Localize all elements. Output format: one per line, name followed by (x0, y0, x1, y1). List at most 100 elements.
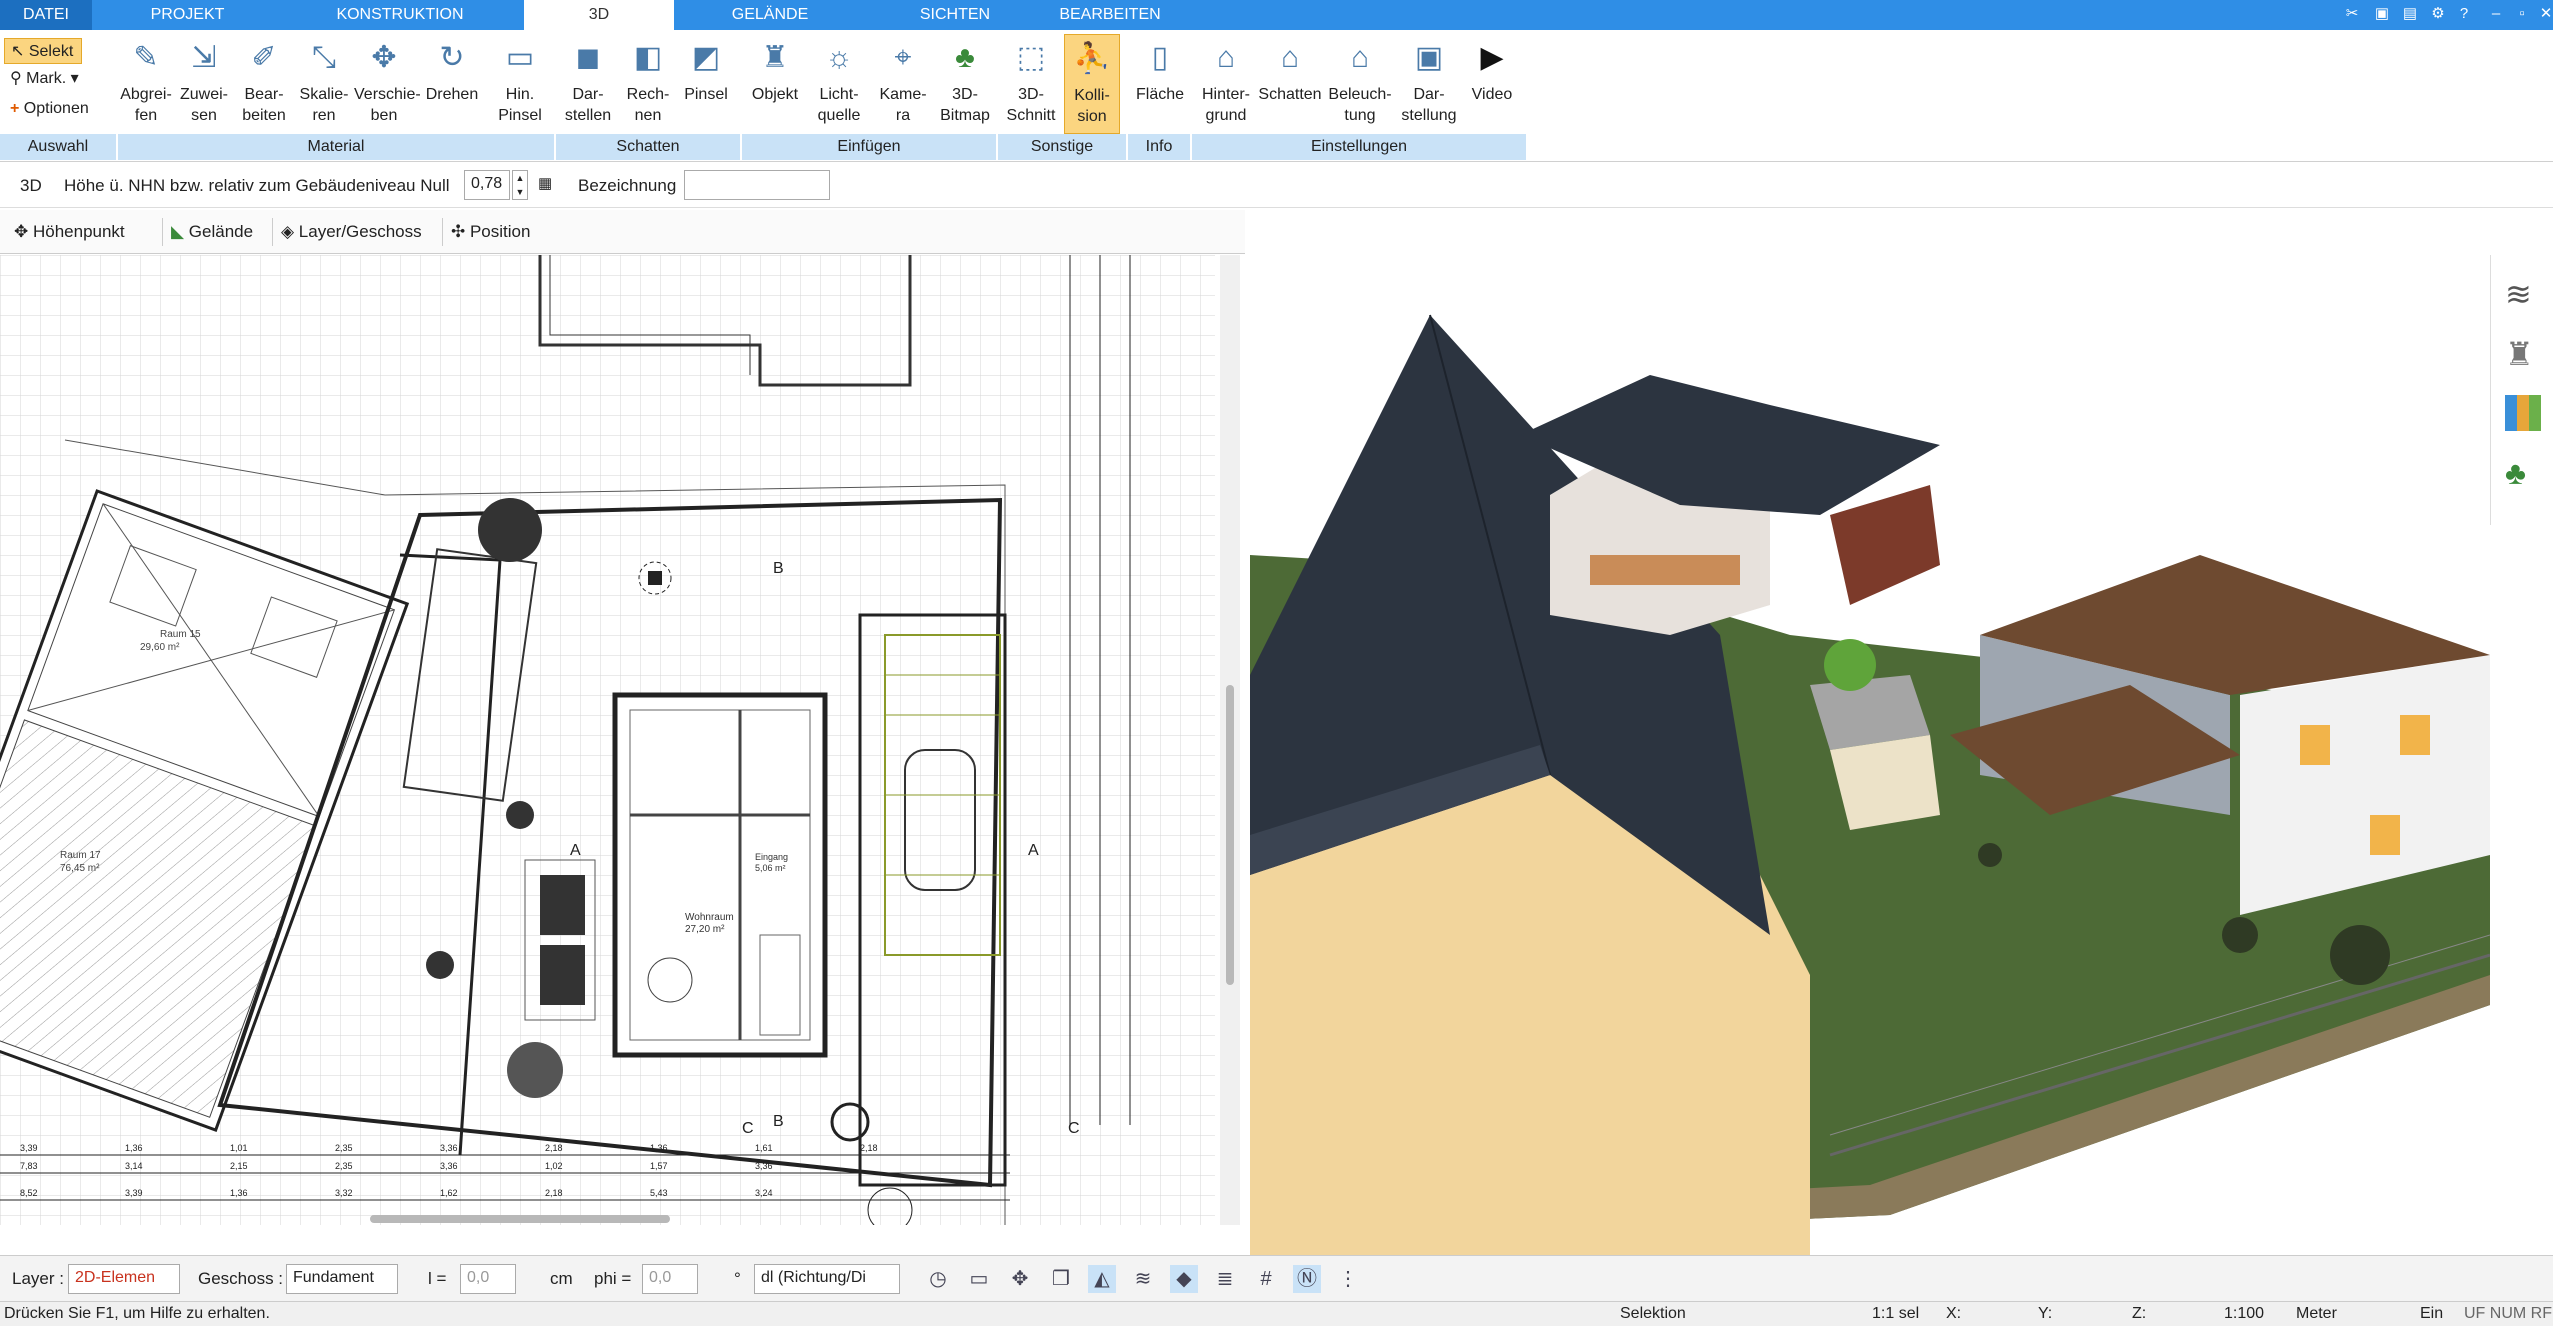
einfuegen-button-3[interactable]: ♣ 3D- Bitmap (936, 34, 994, 134)
button-label: Pinsel (684, 86, 728, 103)
copy-icon[interactable]: ▤ (2398, 2, 2422, 26)
position-button[interactable]: ✣ Position (442, 218, 530, 246)
share-icon[interactable]: ⚙ (2426, 2, 2450, 26)
material-button-6[interactable]: ▭ Hin. Pinsel (490, 34, 550, 134)
vertical-scrollbar-track[interactable] (1220, 255, 1240, 1225)
north-icon[interactable]: Ⓝ (1293, 1265, 1321, 1293)
chair-icon[interactable]: ♜ (2505, 335, 2534, 373)
height-label: Höhe ü. NHN bzw. relativ zum Gebäudenive… (64, 176, 450, 195)
tab-3d[interactable]: 3D (524, 0, 674, 30)
info-button-0[interactable]: ▯ Fläche (1132, 34, 1188, 134)
background-icon: ⌂ (1216, 41, 1236, 74)
tab-projekt[interactable]: PROJEKT (120, 0, 255, 30)
dimension-label: 2,18 (860, 1143, 878, 1153)
l-input[interactable]: 0,0 (460, 1264, 516, 1294)
monitor-icon[interactable]: ▭ (965, 1265, 993, 1293)
einstellungen-button-3[interactable]: ▣ Dar-stellung (1398, 34, 1460, 134)
minimize-icon[interactable]: – (2484, 2, 2508, 26)
button-label: Dar- (572, 86, 604, 103)
material-button-5[interactable]: ↻ Drehen (424, 34, 480, 134)
section-mark: B (773, 560, 784, 577)
materials-icon[interactable] (2505, 395, 2541, 431)
tab-sichten[interactable]: SICHTEN (890, 0, 1020, 30)
close-icon[interactable]: ✕ (2534, 2, 2553, 26)
einfuegen-button-0[interactable]: ♜ Objekt (746, 34, 804, 134)
einfuegen-button-1[interactable]: ☼ Licht-quelle (808, 34, 870, 134)
maximize-icon[interactable]: ▫ (2510, 2, 2534, 26)
dimension-label: 3,14 (125, 1161, 143, 1171)
einstellungen-button-1[interactable]: ⌂ Schatten (1258, 34, 1322, 134)
tab-bearbeiten[interactable]: BEARBEITEN (1050, 0, 1170, 30)
group-einfuegen: Einfügen (742, 134, 996, 160)
button-label: 3D- (952, 86, 978, 103)
height-stepper[interactable]: ▲ ▼ (512, 170, 528, 200)
einstellungen-button-0[interactable]: ⌂ Hinter-grund (1196, 34, 1256, 134)
group-auswahl: Auswahl (0, 134, 116, 160)
einstellungen-button-2[interactable]: ⌂ Beleuch-tung (1326, 34, 1394, 134)
geschoss-select[interactable]: Fundament (286, 1264, 398, 1294)
hoehenpunkt-button[interactable]: ✥ Höhenpunkt (14, 218, 125, 246)
grid-icon[interactable]: # (1252, 1265, 1280, 1293)
einfuegen-button-2[interactable]: ⌖ Kame-ra (874, 34, 932, 134)
material-button-4[interactable]: ✥ Verschie-ben (354, 34, 421, 134)
dimension-label: 3,32 (335, 1188, 353, 1198)
schatten-button-0[interactable]: ◼ Dar-stellen (560, 34, 616, 134)
button-label: beiten (242, 107, 286, 124)
bottom-toolbar: Layer : 2D-Elemen Geschoss : Fundament l… (0, 1255, 2553, 1301)
layer-select[interactable]: 2D-Elemen (68, 1264, 180, 1294)
layers-stack-icon[interactable]: ≋ (2505, 275, 2532, 313)
options-tool[interactable]: + Optionen (4, 96, 89, 122)
dimension-label: 1,62 (440, 1188, 458, 1198)
button-label: Bitmap (940, 107, 990, 124)
section-mark: C (1068, 1120, 1080, 1137)
clock-icon[interactable]: ◷ (924, 1265, 952, 1293)
mark-tool[interactable]: ⚲ Mark. ▾ (4, 66, 79, 92)
direction-select[interactable]: dl (Richtung/Di (754, 1264, 900, 1294)
layers-icon: ◈ (281, 222, 299, 241)
layer-plane-icon[interactable]: ◆ (1170, 1265, 1198, 1293)
terrain-icon: ◣ (171, 222, 189, 241)
tab-datei[interactable]: DATEI (0, 0, 92, 30)
tab-konstruktion[interactable]: KONSTRUKTION (320, 0, 480, 30)
floor-plan-2d-view[interactable]: Raum 15 29,60 m² Raum 17 76,45 m² Wohnra… (0, 255, 1215, 1225)
help-icon[interactable]: ? (2452, 2, 2476, 26)
phi-input[interactable]: 0,0 (642, 1264, 698, 1294)
svg-text:Wohnraum: Wohnraum (685, 912, 734, 923)
button-label: 3D- (1018, 86, 1044, 103)
video-icon: ▶ (1480, 41, 1504, 74)
plus-icon: + (10, 100, 24, 117)
tab-gelaende[interactable]: GELÄNDE (700, 0, 840, 30)
select-tool[interactable]: ↖ Selekt (4, 38, 82, 64)
tools-icon[interactable]: ✂ (2340, 2, 2364, 26)
terrain-view-icon[interactable]: ◭ (1088, 1265, 1116, 1293)
more-icon[interactable]: ⋮ (1334, 1265, 1362, 1293)
sonstige-button-1[interactable]: ⛹ Kolli-sion (1064, 34, 1120, 134)
schatten-button-1[interactable]: ◧ Rech-nen (620, 34, 676, 134)
save-icon[interactable]: ▣ (2370, 2, 2394, 26)
material-button-0[interactable]: ✎ Abgrei-fen (118, 34, 174, 134)
layer-geschoss-button[interactable]: ◈ Layer/Geschoss (272, 218, 422, 246)
calculator-icon[interactable]: ▦ (538, 174, 552, 192)
material-button-1[interactable]: ⇲ Zuwei-sen (176, 34, 232, 134)
name-input[interactable] (684, 170, 830, 200)
material-button-3[interactable]: ⤡ Skalie-ren (296, 34, 352, 134)
status-y: Y: (2038, 1305, 2053, 1322)
vertical-scrollbar-thumb[interactable] (1226, 685, 1234, 985)
schatten-button-2[interactable]: ◩ Pinsel (680, 34, 732, 134)
hatch-icon[interactable]: ≣ (1211, 1265, 1239, 1293)
texture-icon[interactable]: ≋ (1129, 1265, 1157, 1293)
mode-label: 3D (20, 176, 42, 195)
horizontal-scrollbar[interactable] (370, 1215, 670, 1223)
gelaende-button[interactable]: ◣ Gelände (162, 218, 253, 246)
material-button-2[interactable]: ✐ Bear-beiten (236, 34, 292, 134)
button-label: Kame- (879, 86, 927, 103)
sonstige-button-0[interactable]: ⬚ 3D- Schnitt (1002, 34, 1060, 134)
3d-view[interactable] (1250, 255, 2490, 1255)
height-input[interactable]: 0,78 (464, 170, 510, 200)
einstellungen-button-4[interactable]: ▶ Video (1464, 34, 1520, 134)
copy-layer-icon[interactable]: ❐ (1047, 1265, 1075, 1293)
tree-icon[interactable]: ♣ (2505, 455, 2526, 492)
button-label: Drehen (425, 86, 479, 103)
lighting-icon: ⌂ (1350, 41, 1370, 74)
pan-icon[interactable]: ✥ (1006, 1265, 1034, 1293)
